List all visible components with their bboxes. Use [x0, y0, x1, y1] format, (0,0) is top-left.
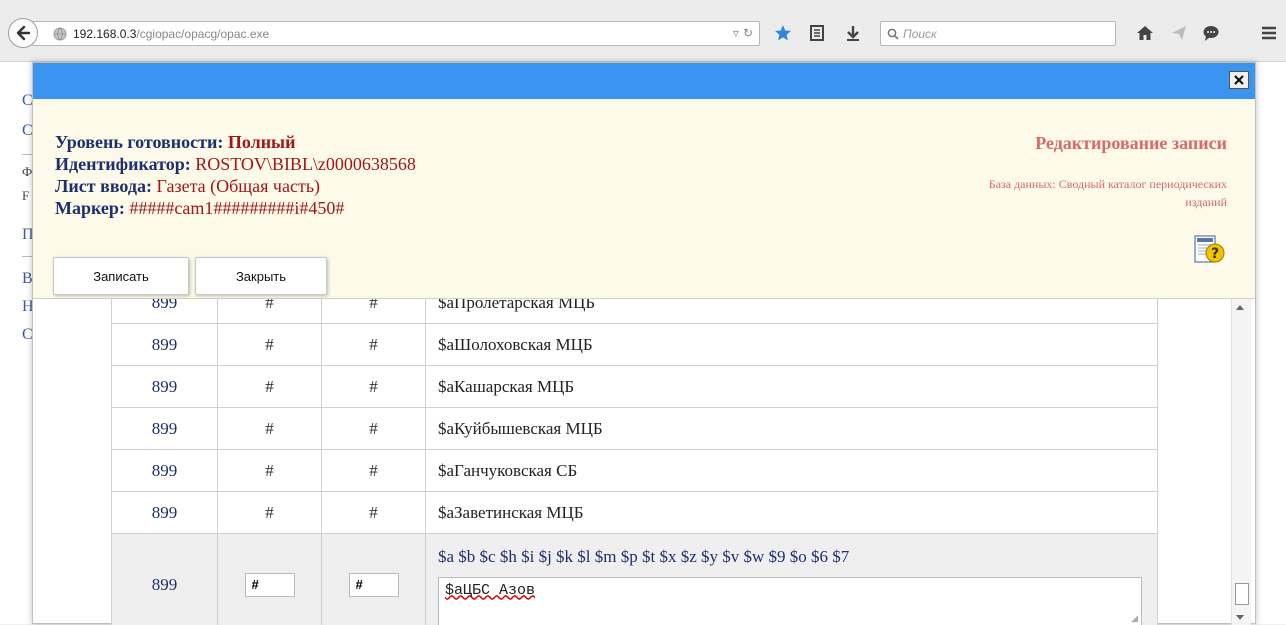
close-dialog-button[interactable]: Закрыть — [195, 257, 327, 295]
table-row[interactable]: 899##$aЗаветинская МЦБ — [112, 492, 1158, 534]
vertical-scrollbar[interactable] — [1231, 299, 1251, 625]
indicator1-input[interactable] — [245, 573, 295, 597]
database-name: База данных: Сводный каталог периодическ… — [977, 175, 1227, 211]
level-value: Полный — [228, 132, 296, 152]
help-icon[interactable]: ? — [1191, 233, 1225, 267]
indicator1: # — [218, 324, 322, 366]
chat-icon[interactable] — [1200, 22, 1222, 44]
indicator1: # — [218, 408, 322, 450]
indicator2: # — [322, 408, 426, 450]
indicator1: # — [218, 450, 322, 492]
field-tag: 899 — [112, 408, 218, 450]
record-edit-dialog: Уровень готовности: Полный Идентификатор… — [32, 62, 1256, 624]
url-bar[interactable]: 192.168.0.3/cgiopac/opacg/opac.exe ▿ ↻ — [32, 21, 760, 46]
reload-icon[interactable]: ↻ — [743, 26, 753, 40]
back-button[interactable] — [8, 18, 38, 48]
record-info: Уровень готовности: Полный Идентификатор… — [55, 131, 416, 219]
field-tag: 899 — [112, 534, 218, 625]
search-input[interactable]: Поиск — [880, 21, 1116, 46]
field-value: $aКашарская МЦБ — [426, 366, 1158, 408]
edit-title: Редактирование записи — [1035, 133, 1227, 154]
id-value: ROSTOV\BIBL\z0000638568 — [195, 154, 416, 174]
indicator2: # — [322, 299, 426, 324]
sheet-label: Лист ввода: — [55, 176, 152, 196]
table-row[interactable]: 899##$aПролетарская МЦБ — [112, 299, 1158, 324]
field-value: $aГанчуковская СБ — [426, 450, 1158, 492]
field-tag: 899 — [112, 492, 218, 534]
table-row[interactable]: 899##$aГанчуковская СБ — [112, 450, 1158, 492]
resize-grip-icon[interactable]: ◢ — [1131, 614, 1138, 624]
save-button[interactable]: Записать — [53, 257, 189, 295]
download-icon[interactable] — [842, 22, 864, 44]
sheet-value: Газета (Общая часть) — [157, 176, 321, 196]
menu-icon[interactable] — [1258, 22, 1280, 44]
field-value-textarea[interactable]: $aЦБС Азов ◢ — [438, 577, 1142, 625]
svg-text:?: ? — [1211, 246, 1219, 262]
url-text: 192.168.0.3/cgiopac/opacg/opac.exe — [73, 27, 269, 41]
dialog-header: Уровень готовности: Полный Идентификатор… — [33, 99, 1255, 299]
field-value-text: $aЦБС Азов — [445, 582, 535, 599]
reading-list-icon[interactable] — [806, 22, 828, 44]
field-tag: 899 — [112, 324, 218, 366]
share-icon[interactable] — [1168, 22, 1190, 44]
edit-row: 899 $a $b $c $h $i $j $k $l $m $p $t $x … — [112, 534, 1158, 625]
close-button[interactable] — [1229, 71, 1249, 89]
indicator2: # — [322, 450, 426, 492]
indicator2: # — [322, 366, 426, 408]
marker-value: #####cam1#########i#450# — [129, 198, 344, 218]
globe-icon — [53, 27, 67, 41]
table-row[interactable]: 899##$aКашарская МЦБ — [112, 366, 1158, 408]
subfield-links[interactable]: $a $b $c $h $i $j $k $l $m $p $t $x $z $… — [438, 547, 1157, 567]
close-icon — [1233, 74, 1245, 86]
bg-label: F — [22, 188, 29, 204]
url-path: /cgiopac/opacg/opac.exe — [136, 27, 269, 41]
level-label: Уровень готовности: — [55, 132, 223, 152]
search-icon — [887, 28, 899, 40]
scroll-up-icon[interactable] — [1236, 305, 1244, 310]
indicator1: # — [218, 492, 322, 534]
home-icon[interactable] — [1134, 22, 1156, 44]
bg-label: Ф — [22, 164, 32, 180]
indicator2: # — [322, 492, 426, 534]
scroll-thumb[interactable] — [1235, 583, 1249, 605]
indicator1: # — [218, 299, 322, 324]
field-tag: 899 — [112, 299, 218, 324]
field-value: $aКуйбышевская МЦБ — [426, 408, 1158, 450]
record-fields-table: 899##$aПролетарская МЦБ899##$aШолоховска… — [111, 299, 1158, 625]
id-label: Идентификатор: — [55, 154, 191, 174]
table-row[interactable]: 899##$aШолоховская МЦБ — [112, 324, 1158, 366]
indicator2: # — [322, 324, 426, 366]
search-placeholder: Поиск — [903, 27, 937, 41]
field-value: $aЗаветинская МЦБ — [426, 492, 1158, 534]
dropdown-arrow-icon[interactable]: ▿ — [733, 26, 739, 40]
indicator2-input[interactable] — [349, 573, 399, 597]
back-arrow-icon — [15, 25, 31, 41]
url-host: 192.168.0.3 — [73, 27, 136, 41]
bookmark-star-icon[interactable] — [772, 22, 794, 44]
browser-toolbar: 192.168.0.3/cgiopac/opacg/opac.exe ▿ ↻ П… — [0, 0, 1286, 62]
field-tag: 899 — [112, 366, 218, 408]
indicator1: # — [218, 366, 322, 408]
dialog-titlebar — [33, 63, 1255, 99]
field-value: $aПролетарская МЦБ — [426, 299, 1158, 324]
field-tag: 899 — [112, 450, 218, 492]
table-row[interactable]: 899##$aКуйбышевская МЦБ — [112, 408, 1158, 450]
record-fields-area: 899##$aПролетарская МЦБ899##$aШолоховска… — [33, 299, 1229, 625]
marker-label: Маркер: — [55, 198, 125, 218]
scroll-down-icon[interactable] — [1236, 615, 1244, 620]
field-value: $aШолоховская МЦБ — [426, 324, 1158, 366]
